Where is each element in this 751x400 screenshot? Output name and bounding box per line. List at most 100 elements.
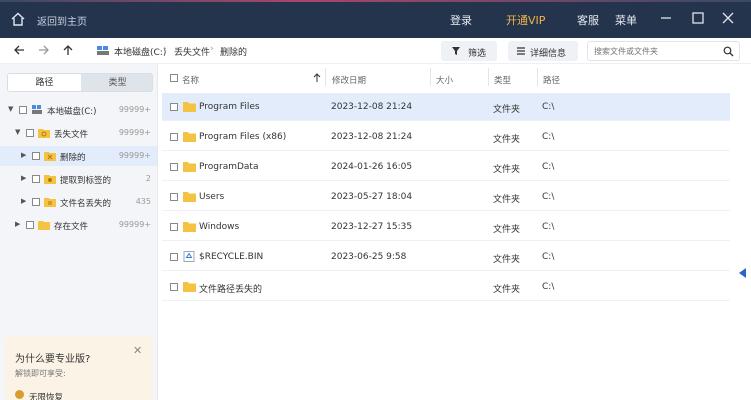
column-divider [488,68,489,86]
checkbox[interactable] [26,221,34,229]
checkbox[interactable] [32,198,40,206]
collapsed-arrow-icon[interactable]: ▶ [15,220,20,228]
table-row[interactable]: Windows 2023-12-27 15:35 文件夹 C:\ [162,213,730,241]
tree-item-nameless[interactable]: ▶ 文件名丢失的 435 [0,192,157,212]
drive-icon [32,105,42,114]
search-input[interactable] [594,44,714,58]
table-row[interactable]: 文件路径丢失的 文件夹 C:\ [162,273,730,301]
minimize-icon[interactable] [656,8,676,28]
toolbar: 本地磁盘(C:) › 丢失文件 › 删除的 筛选 详细信息 [0,38,751,64]
filter-button[interactable]: 筛选 [441,41,497,61]
details-button[interactable]: 详细信息 [508,41,578,61]
sidebar: 路径 类型 ▼ 本地磁盘(C:) 99999+ ▼ 丢失文件 99999+ ▶ … [0,64,158,400]
table-row[interactable]: $RECYCLE.BIN 2023-06-25 9:58 文件夹 C:\ [162,243,730,271]
recycle-bin-icon [183,251,195,262]
file-name: 文件路径丢失的 [199,285,263,295]
tree-item-drive-c[interactable]: ▼ 本地磁盘(C:) 99999+ [0,100,157,120]
table-row[interactable]: Program Files 2023-12-08 21:24 文件夹 C:\ [162,93,730,121]
tree-item-existing-files[interactable]: ▶ 存在文件 99999+ [0,215,157,235]
tab-path[interactable]: 路径 [8,74,81,91]
expanded-arrow-icon[interactable]: ▼ [15,128,20,136]
file-modified: 2023-12-08 21:24 [331,132,413,142]
promo-subtitle: 解锁即可享受: [15,369,66,378]
expanded-arrow-icon[interactable]: ▼ [8,105,13,113]
checkbox[interactable] [26,129,34,137]
forward-arrow-icon[interactable] [37,43,51,57]
back-arrow-icon[interactable] [12,43,26,57]
tree-item-label: 文件名丢失的 [60,199,112,209]
table-row[interactable]: Users 2023-05-27 18:04 文件夹 C:\ [162,183,730,211]
pro-promo-card: 为什么要专业版? ✕ 解锁即可享受: 无限恢复 [5,336,153,400]
column-header-name[interactable]: 名称 [182,74,199,86]
breadcrumb-item-deleted[interactable]: 删除的 [220,45,247,58]
file-type: 文件夹 [493,135,521,145]
tab-type[interactable]: 类型 [81,74,152,91]
title-bar-accent [0,0,751,2]
checkbox[interactable] [32,175,40,183]
expand-panel-icon[interactable] [739,268,746,278]
file-name: Program Files [199,102,260,112]
collapsed-arrow-icon[interactable]: ▶ [21,151,26,159]
row-checkbox[interactable] [170,193,178,201]
tree-item-label: 删除的 [60,153,86,163]
file-name: Program Files (x86) [199,132,287,142]
close-icon[interactable] [718,8,738,28]
menu-button[interactable]: 菜单 [615,12,637,28]
sort-ascending-icon[interactable] [313,73,321,83]
row-checkbox[interactable] [170,283,178,291]
column-header-type[interactable]: 类型 [494,74,511,86]
file-list-header: 名称 修改日期 大小 类型 路径 [158,64,738,92]
file-name: Users [199,192,225,202]
file-name: ProgramData [199,162,259,172]
file-path: C:\ [542,132,555,142]
maximize-icon[interactable] [688,8,708,28]
row-checkbox[interactable] [170,253,178,261]
nameless-folder-icon [44,198,56,207]
file-type: 文件夹 [493,255,521,265]
file-path: C:\ [542,192,555,202]
row-checkbox[interactable] [170,103,178,111]
vip-button[interactable]: 开通VIP [506,12,545,28]
collapsed-arrow-icon[interactable]: ▶ [21,197,26,205]
column-header-size[interactable]: 大小 [436,74,453,86]
checkbox[interactable] [32,152,40,160]
title-bar: 返回到主页 登录 开通VIP 客服 菜单 [0,0,751,38]
tree-item-lost-files[interactable]: ▼ 丢失文件 99999+ [0,123,157,143]
row-checkbox[interactable] [170,133,178,141]
back-to-home-link[interactable]: 返回到主页 [37,13,87,28]
checkbox[interactable] [19,106,27,114]
drive-icon [97,46,109,55]
table-row[interactable]: ProgramData 2024-01-26 16:05 文件夹 C:\ [162,153,730,181]
search-icon[interactable] [723,46,734,57]
tree-item-count: 99999+ [118,151,151,160]
list-icon [517,47,525,55]
folder-icon [183,192,196,202]
up-arrow-icon[interactable] [61,43,75,57]
close-icon[interactable]: ✕ [133,344,142,357]
tree-item-count: 435 [135,197,151,206]
row-checkbox[interactable] [170,223,178,231]
table-row[interactable]: Program Files (x86) 2023-12-08 21:24 文件夹… [162,123,730,151]
tree-item-tagged[interactable]: ▶ 提取到标签的 2 [0,169,157,189]
column-divider [325,68,326,86]
promo-title: 为什么要专业版? [15,354,91,365]
tree-item-label: 丢失文件 [54,130,89,140]
login-button[interactable]: 登录 [450,12,472,28]
sidebar-tabs: 路径 类型 [7,73,153,92]
file-path: C:\ [542,252,555,262]
customer-service-button[interactable]: 客服 [577,12,599,28]
file-modified: 2024-01-26 16:05 [331,162,413,172]
breadcrumb-item-lost-files[interactable]: 丢失文件 [174,45,210,58]
tree-item-deleted[interactable]: ▶ 删除的 99999+ [0,146,157,166]
row-checkbox[interactable] [170,163,178,171]
collapsed-arrow-icon[interactable]: ▶ [21,174,26,182]
column-header-modified[interactable]: 修改日期 [332,74,366,86]
select-all-checkbox[interactable] [170,74,178,82]
home-icon[interactable] [10,11,26,27]
file-type: 文件夹 [493,165,521,175]
breadcrumb-item-drive[interactable]: 本地磁盘(C:) [114,45,166,58]
column-header-path[interactable]: 路径 [543,74,560,86]
file-type: 文件夹 [493,105,521,115]
tagged-folder-icon [44,175,56,184]
file-path: C:\ [542,282,555,292]
